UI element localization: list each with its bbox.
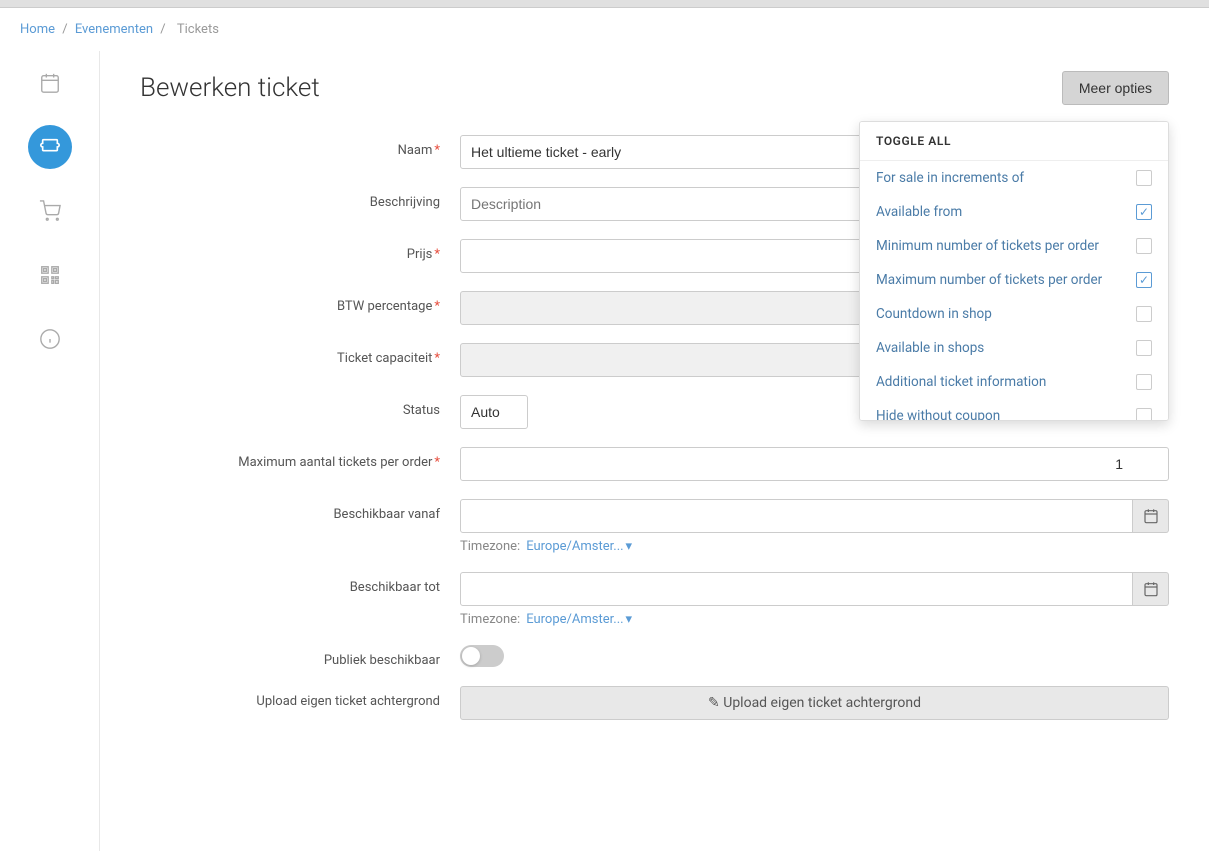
content-area: Bewerken ticket Meer opties Toggle all F… [100, 51, 1209, 851]
beschikbaar-vanaf-calendar-btn[interactable] [1133, 499, 1169, 533]
beschikbaar-vanaf-input-row [460, 499, 1169, 533]
max-tickets-row: Maximum aantal tickets per order* [140, 447, 1169, 481]
sidebar [0, 51, 100, 851]
dropdown-item-label-countdown: Countdown in shop [876, 306, 992, 322]
dropdown-item-min-tickets[interactable]: Minimum number of tickets per order [860, 229, 1168, 263]
dropdown-checkbox-min-tickets[interactable] [1136, 238, 1152, 254]
dropdown-item-hide-coupon[interactable]: Hide without coupon [860, 399, 1168, 421]
beschikbaar-tot-wrapper: Timezone: Europe/Amster... ▾ [460, 572, 1169, 627]
sidebar-icon-calendar[interactable] [28, 61, 72, 105]
timezone-row-1: Timezone: Europe/Amster... ▾ [460, 539, 1169, 554]
top-bar [0, 0, 1209, 8]
timezone-chevron-2: ▾ [626, 612, 633, 627]
sidebar-icon-cart[interactable] [28, 189, 72, 233]
dropdown-item-label-max-tickets: Maximum number of tickets per order [876, 272, 1102, 288]
beschikbaar-tot-calendar-btn[interactable] [1133, 572, 1169, 606]
beschikbaar-tot-input-row [460, 572, 1169, 606]
breadcrumb: Home / Evenementen / Tickets [0, 8, 1209, 51]
upload-row: Upload eigen ticket achtergrond ✎ Upload… [140, 686, 1169, 720]
dropdown-checkbox-countdown[interactable] [1136, 306, 1152, 322]
dropdown-item-for-sale[interactable]: For sale in increments of [860, 161, 1168, 195]
publiek-toggle[interactable] [460, 645, 504, 667]
upload-button[interactable]: ✎ Upload eigen ticket achtergrond [460, 686, 1169, 720]
page-header: Bewerken ticket Meer opties [140, 71, 1169, 105]
timezone-value-2: Europe/Amster... [526, 612, 623, 627]
dropdown-item-available-shops[interactable]: Available in shops [860, 331, 1168, 365]
sidebar-icon-ticket[interactable] [28, 125, 72, 169]
publiek-row: Publiek beschikbaar [140, 645, 1169, 668]
timezone-label-2: Timezone: [460, 612, 520, 627]
meer-opties-button[interactable]: Meer opties [1062, 71, 1169, 105]
beschikbaar-vanaf-wrapper: Timezone: Europe/Amster... ▾ [460, 499, 1169, 554]
btw-label: BTW percentage* [140, 291, 460, 314]
dropdown-checkbox-for-sale[interactable] [1136, 170, 1152, 186]
timezone-dropdown-2[interactable]: Europe/Amster... ▾ [526, 612, 632, 627]
breadcrumb-sep2: / [160, 22, 165, 37]
beschikbaar-tot-input[interactable] [460, 572, 1133, 606]
dropdown-item-additional-info[interactable]: Additional ticket information [860, 365, 1168, 399]
breadcrumb-sep1: / [62, 22, 67, 37]
dropdown-item-countdown[interactable]: Countdown in shop [860, 297, 1168, 331]
max-tickets-input[interactable] [460, 447, 1169, 481]
dropdown-menu: Toggle all For sale in increments of Ava… [859, 121, 1169, 421]
breadcrumb-tickets: Tickets [177, 22, 219, 37]
sidebar-icon-info[interactable] [28, 317, 72, 361]
timezone-row-2: Timezone: Europe/Amster... ▾ [460, 612, 1169, 627]
dropdown-checkbox-max-tickets[interactable]: ✓ [1136, 272, 1152, 288]
dropdown-item-label-min-tickets: Minimum number of tickets per order [876, 238, 1099, 254]
breadcrumb-home[interactable]: Home [20, 22, 55, 37]
sidebar-icon-qr[interactable] [28, 253, 72, 297]
beschikbaar-vanaf-label: Beschikbaar vanaf [140, 499, 460, 522]
status-label: Status [140, 395, 460, 418]
dropdown-header: Toggle all [860, 122, 1168, 161]
max-tickets-label: Maximum aantal tickets per order* [140, 447, 460, 470]
dropdown-item-label-available-shops: Available in shops [876, 340, 984, 356]
naam-label: Naam* [140, 135, 460, 158]
dropdown-checkbox-available-shops[interactable] [1136, 340, 1152, 356]
toggle-wrapper [460, 645, 1169, 667]
capacity-label: Ticket capaciteit* [140, 343, 460, 366]
dropdown-item-label-additional-info: Additional ticket information [876, 374, 1046, 390]
beschikbaar-vanaf-input[interactable] [460, 499, 1133, 533]
publiek-label: Publiek beschikbaar [140, 645, 460, 668]
prijs-label: Prijs* [140, 239, 460, 262]
main-layout: Bewerken ticket Meer opties Toggle all F… [0, 51, 1209, 851]
page-title: Bewerken ticket [140, 73, 320, 103]
status-select[interactable]: Auto Actief Inactief [460, 395, 528, 429]
dropdown-item-label-hide-coupon: Hide without coupon [876, 408, 1000, 421]
dropdown-checkbox-available-from[interactable]: ✓ [1136, 204, 1152, 220]
timezone-dropdown-1[interactable]: Europe/Amster... ▾ [526, 539, 632, 554]
timezone-value-1: Europe/Amster... [526, 539, 623, 554]
beschrijving-label: Beschrijving [140, 187, 460, 210]
beschikbaar-tot-label: Beschikbaar tot [140, 572, 460, 595]
timezone-label-1: Timezone: [460, 539, 520, 554]
beschikbaar-vanaf-row: Beschikbaar vanaf Timezone: [140, 499, 1169, 554]
dropdown-item-max-tickets[interactable]: Maximum number of tickets per order ✓ [860, 263, 1168, 297]
dropdown-item-label-for-sale: For sale in increments of [876, 170, 1024, 186]
breadcrumb-events[interactable]: Evenementen [75, 22, 153, 37]
dropdown-checkbox-hide-coupon[interactable] [1136, 408, 1152, 421]
dropdown-item-available-from[interactable]: Available from ✓ [860, 195, 1168, 229]
max-tickets-input-wrapper [460, 447, 1169, 481]
beschikbaar-tot-row: Beschikbaar tot Timezone: [140, 572, 1169, 627]
timezone-chevron-1: ▾ [626, 539, 633, 554]
dropdown-checkbox-additional-info[interactable] [1136, 374, 1152, 390]
upload-label: Upload eigen ticket achtergrond [140, 686, 460, 709]
dropdown-item-label-available-from: Available from [876, 204, 962, 220]
